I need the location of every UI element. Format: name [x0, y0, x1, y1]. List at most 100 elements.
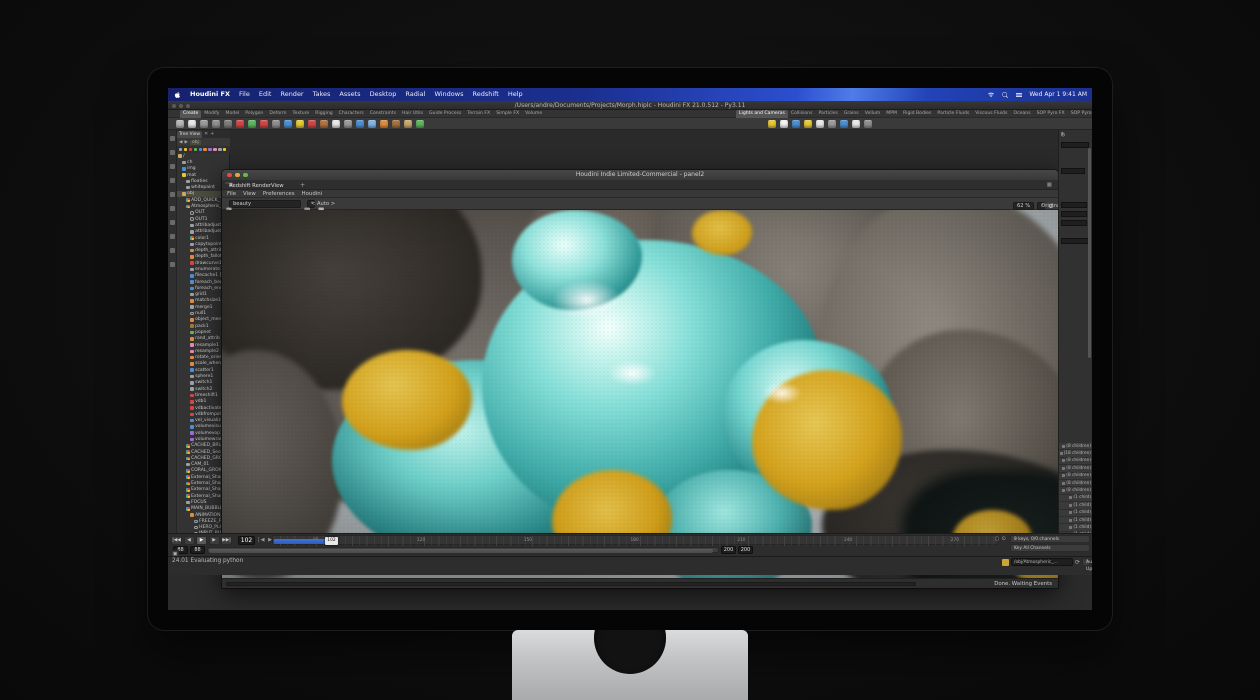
shelf-tool-icon[interactable]: [224, 120, 232, 128]
shelf-tab[interactable]: Hair Utils: [399, 110, 426, 118]
spotlight-search-icon[interactable]: [1001, 91, 1009, 99]
menubar-item[interactable]: Edit: [259, 88, 272, 101]
shelf-tool-icon[interactable]: [792, 120, 800, 128]
shelf-tab[interactable]: Volume: [522, 110, 545, 118]
children-count-row[interactable]: (1 child): [1059, 495, 1092, 502]
shelf-tab[interactable]: Model: [223, 110, 243, 118]
children-count-row[interactable]: (8 children): [1059, 480, 1092, 487]
menubar-item[interactable]: Help: [508, 88, 523, 101]
step-forward-button[interactable]: ▶: [209, 536, 220, 545]
tool-icon[interactable]: [170, 192, 175, 197]
tool-icon[interactable]: [170, 206, 175, 211]
shelf-tab[interactable]: Guide Process: [426, 110, 464, 118]
panel-titlebar[interactable]: Houdini Indie Limited-Commercial - panel…: [222, 170, 1058, 180]
shelf-tab[interactable]: Rigging: [312, 110, 335, 118]
tool-icon[interactable]: [170, 262, 175, 267]
shelf-tool-icon[interactable]: [404, 120, 412, 128]
shelf-tool-icon[interactable]: [200, 120, 208, 128]
display-filter-icon[interactable]: [223, 148, 226, 151]
parameter-field[interactable]: [1061, 220, 1087, 226]
tool-icon[interactable]: [170, 136, 175, 141]
shelf-tab[interactable]: SOP Pyro FX: [1034, 110, 1068, 118]
new-tab-icon[interactable]: +: [210, 131, 214, 137]
shelf-tab[interactable]: Terrain FX: [464, 110, 493, 118]
shelf-tab[interactable]: SOP Pyro FX: [1068, 110, 1092, 118]
shelf-tool-icon[interactable]: [840, 120, 848, 128]
tree-path[interactable]: obj: [190, 140, 201, 145]
shelf-tool-icon[interactable]: [260, 120, 268, 128]
aov-select[interactable]: beauty▾: [229, 200, 301, 208]
range-end-field[interactable]: 200: [721, 546, 736, 554]
key-all-channels-dropdown[interactable]: Key All Channels▾: [1010, 544, 1090, 552]
shelf-tool-icon[interactable]: [380, 120, 388, 128]
shelf-tab[interactable]: Lights and Cameras: [736, 110, 788, 118]
play-backward-button[interactable]: ◀: [184, 536, 195, 545]
display-filter-icon[interactable]: [208, 148, 211, 151]
tab-tree-view[interactable]: Tree View: [177, 131, 202, 138]
children-count-row[interactable]: (8 children): [1059, 487, 1092, 494]
panel-menu-item[interactable]: View: [243, 191, 256, 197]
display-filter-icon[interactable]: [179, 148, 182, 151]
shelf-tool-icon[interactable]: [804, 120, 812, 128]
scrollbar[interactable]: [1088, 148, 1091, 358]
window-titlebar[interactable]: /Users/andre/Documents/Projects/Morph.hi…: [168, 101, 1092, 110]
jump-to-end-button[interactable]: ▶▶|: [221, 536, 232, 545]
parameter-field[interactable]: [1061, 142, 1089, 148]
tool-icon[interactable]: [170, 248, 175, 253]
children-count-row[interactable]: (1 child): [1059, 502, 1092, 509]
shelf-tab[interactable]: Collisions: [788, 110, 816, 118]
parameter-field[interactable]: [1061, 168, 1085, 174]
control-center-icon[interactable]: [1015, 91, 1023, 99]
shelf-tool-icon[interactable]: [344, 120, 352, 128]
children-count-row[interactable]: (1 child): [1059, 510, 1092, 517]
image-size-select[interactable]: Original Size▾: [1037, 202, 1045, 210]
parameter-field[interactable]: [1061, 238, 1089, 244]
menubar-item[interactable]: File: [239, 88, 250, 101]
tool-icon[interactable]: [170, 150, 175, 155]
menubar-item[interactable]: Windows: [434, 88, 463, 101]
help-icon[interactable]: ?: [1061, 132, 1064, 138]
shelf-tool-icon[interactable]: [768, 120, 776, 128]
shelf-tab[interactable]: Grains: [841, 110, 862, 118]
shelf-tool-icon[interactable]: [368, 120, 376, 128]
shelf-tool-icon[interactable]: [284, 120, 292, 128]
parameter-field[interactable]: [1061, 211, 1087, 217]
children-count-row[interactable]: (8 children): [1059, 465, 1092, 472]
shelf-tool-icon[interactable]: [236, 120, 244, 128]
range-end2-field[interactable]: 200: [738, 546, 753, 554]
children-count-row[interactable]: (8 children): [1059, 458, 1092, 465]
tool-icon[interactable]: [170, 234, 175, 239]
shelf-tab[interactable]: Rigid Bodies: [900, 110, 934, 118]
display-filter-icon[interactable]: [203, 148, 206, 151]
shelf-tool-icon[interactable]: [392, 120, 400, 128]
refresh-icon[interactable]: ⟳: [1075, 559, 1080, 566]
display-filter-icon[interactable]: [218, 148, 221, 151]
timeline-ruler[interactable]: 90120150180210240270 102: [272, 535, 998, 545]
shelf-tab[interactable]: Oceans: [1011, 110, 1034, 118]
range-start2-field[interactable]: 88: [190, 546, 205, 554]
tool-icon[interactable]: [170, 220, 175, 225]
current-frame-field[interactable]: 102: [238, 536, 255, 545]
shelf-tool-icon[interactable]: [416, 120, 424, 128]
auto-update-dropdown[interactable]: Auto Update▾: [1082, 558, 1090, 566]
close-icon[interactable]: ✕: [229, 183, 233, 189]
shelf-tab[interactable]: Modify: [201, 110, 222, 118]
pane-menu-icon[interactable]: ▦: [1047, 182, 1054, 188]
playhead-marker[interactable]: 102: [325, 537, 338, 545]
shelf-tool-icon[interactable]: [828, 120, 836, 128]
shelf-tool-icon[interactable]: [356, 120, 364, 128]
menubar-item[interactable]: Desktop: [370, 88, 397, 101]
children-count-row[interactable]: (8 children): [1059, 443, 1092, 450]
select-tool-icon[interactable]: [1002, 559, 1009, 566]
apple-logo-icon[interactable]: [174, 91, 181, 99]
shelf-tool-icon[interactable]: [320, 120, 328, 128]
panel-menu-item[interactable]: File: [227, 191, 236, 197]
children-count-row[interactable]: (1 child): [1059, 524, 1092, 531]
parameter-field[interactable]: [1061, 202, 1087, 208]
current-node-path-field[interactable]: /obj/Atmospheric_...: [1011, 558, 1073, 566]
audio-icon[interactable]: ⊙: [1001, 536, 1006, 542]
shelf-tool-icon[interactable]: [176, 120, 184, 128]
shelf-tool-icon[interactable]: [248, 120, 256, 128]
close-icon[interactable]: ✕: [204, 131, 208, 137]
shelf-tool-icon[interactable]: [308, 120, 316, 128]
